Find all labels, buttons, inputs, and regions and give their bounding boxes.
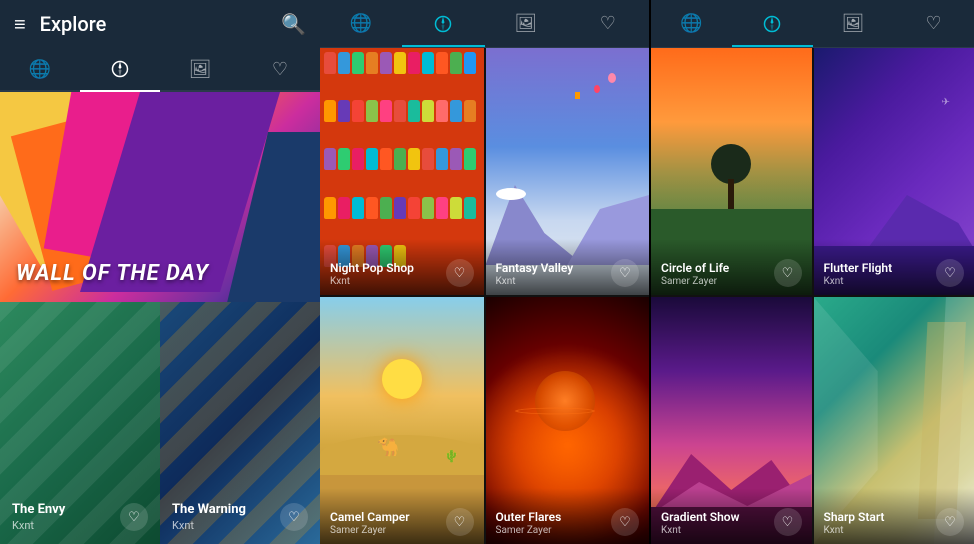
- card-warning[interactable]: The Warning Kxnt ♡: [160, 302, 320, 544]
- right-tab-compass[interactable]: [732, 0, 813, 47]
- gradient-show-info: Gradient Show Kxnt ♡: [651, 488, 812, 544]
- sharp-start-title: Sharp Start: [824, 510, 885, 524]
- right-grid: Circle of Life Samer Zayer ♡ ✈ Flutter F…: [651, 48, 974, 544]
- card-outer-flares[interactable]: Outer Flares Samer Zayer ♡: [486, 297, 650, 544]
- outer-flares-author: Samer Zayer: [496, 525, 562, 536]
- camel-text: Camel Camper Samer Zayer: [330, 510, 410, 536]
- balloon-2: [594, 85, 600, 93]
- mid-tab-compass[interactable]: [402, 0, 484, 47]
- gradient-show-heart[interactable]: ♡: [774, 508, 802, 536]
- camel-title: Camel Camper: [330, 510, 410, 524]
- balloon-3: [575, 92, 580, 99]
- balloon-1: [608, 73, 616, 83]
- right-panel: 🌐 🖼 ♡ Circle of Life Samer Zayer ♡: [649, 0, 974, 544]
- card-sharp-start[interactable]: Sharp Start Kxnt ♡: [814, 297, 974, 544]
- app-title: Explore: [40, 12, 281, 36]
- hamburger-icon[interactable]: ≡: [14, 12, 26, 37]
- sharp-start-info: Sharp Start Kxnt ♡: [814, 488, 974, 544]
- bottom-cards: The Envy Kxnt ♡ The Warning Kxnt ♡: [0, 302, 320, 544]
- tab-heart-left[interactable]: ♡: [240, 48, 320, 90]
- warning-author: Kxnt: [172, 519, 246, 532]
- fantasy-heart[interactable]: ♡: [611, 259, 639, 287]
- tree-canopy: [711, 144, 751, 184]
- envy-text: The Envy Kxnt: [12, 502, 65, 532]
- search-icon[interactable]: 🔍: [281, 12, 306, 36]
- outer-flares-title: Outer Flares: [496, 510, 562, 524]
- middle-panel: 🌐 🖼 ♡: [320, 0, 649, 544]
- flutter-plane: ✈: [942, 97, 950, 108]
- night-pop-author: Kxnt: [330, 276, 414, 287]
- life-tree: [711, 144, 751, 209]
- fantasy-text: Fantasy Valley Kxnt: [496, 261, 574, 287]
- camel-heart[interactable]: ♡: [446, 508, 474, 536]
- gradient-show-title: Gradient Show: [661, 510, 739, 524]
- camel-sun: [382, 359, 422, 399]
- envy-author: Kxnt: [12, 519, 65, 532]
- outer-flares-text: Outer Flares Samer Zayer: [496, 510, 562, 536]
- tab-image-left[interactable]: 🖼: [160, 48, 240, 90]
- night-pop-title: Night Pop Shop: [330, 261, 414, 275]
- warning-info: The Warning Kxnt ♡: [172, 502, 308, 532]
- left-panel: ≡ Explore 🔍 🌐 🖼 ♡ WALL OF THE DAY The En…: [0, 0, 320, 544]
- fantasy-author: Kxnt: [496, 276, 574, 287]
- sharp-start-author: Kxnt: [824, 525, 885, 536]
- card-envy[interactable]: The Envy Kxnt ♡: [0, 302, 160, 544]
- night-pop-heart[interactable]: ♡: [446, 259, 474, 287]
- middle-grid: Night Pop Shop Kxnt ♡ Fantasy Valley Kxn…: [320, 48, 649, 544]
- sharp-start-text: Sharp Start Kxnt: [824, 510, 885, 536]
- mid-tab-image[interactable]: 🖼: [485, 0, 567, 47]
- right-nav: 🌐 🖼 ♡: [651, 0, 974, 48]
- card-camel-camper[interactable]: 🐪 🌵 Camel Camper Samer Zayer ♡: [320, 297, 484, 544]
- tab-globe-left[interactable]: 🌐: [0, 48, 80, 90]
- flutter-title: Flutter Flight: [824, 261, 893, 275]
- gradient-show-text: Gradient Show Kxnt: [661, 510, 739, 536]
- warning-title: The Warning: [172, 502, 246, 517]
- night-pop-text: Night Pop Shop Kxnt: [330, 261, 414, 287]
- card-fantasy-valley[interactable]: Fantasy Valley Kxnt ♡: [486, 48, 650, 295]
- mid-tab-globe[interactable]: 🌐: [320, 0, 402, 47]
- card-flutter-flight[interactable]: ✈ Flutter Flight Kxnt ♡: [814, 48, 974, 295]
- middle-nav: 🌐 🖼 ♡: [320, 0, 649, 48]
- fantasy-info: Fantasy Valley Kxnt ♡: [486, 239, 650, 295]
- outer-flares-heart[interactable]: ♡: [611, 508, 639, 536]
- flutter-info: Flutter Flight Kxnt ♡: [814, 239, 974, 295]
- sharp-start-heart[interactable]: ♡: [936, 508, 964, 536]
- card-circle-life[interactable]: Circle of Life Samer Zayer ♡: [651, 48, 812, 295]
- wall-of-day[interactable]: WALL OF THE DAY: [0, 92, 320, 302]
- envy-heart-btn[interactable]: ♡: [120, 503, 148, 531]
- tab-compass-left[interactable]: [80, 48, 160, 90]
- cactus: 🌵: [444, 449, 459, 463]
- right-tab-image[interactable]: 🖼: [813, 0, 894, 47]
- circle-life-title: Circle of Life: [661, 261, 729, 275]
- card-gradient-show[interactable]: Gradient Show Kxnt ♡: [651, 297, 812, 544]
- wall-of-day-label: WALL OF THE DAY: [16, 261, 209, 286]
- envy-title: The Envy: [12, 502, 65, 517]
- card-night-pop[interactable]: Night Pop Shop Kxnt ♡: [320, 48, 484, 295]
- mid-tab-heart[interactable]: ♡: [567, 0, 649, 47]
- flutter-text: Flutter Flight Kxnt: [824, 261, 893, 287]
- camel-silhouette: 🐪: [377, 437, 399, 458]
- tree-trunk: [728, 179, 734, 209]
- circle-life-author: Samer Zayer: [661, 276, 729, 287]
- night-pop-info: Night Pop Shop Kxnt ♡: [320, 239, 484, 295]
- circle-life-text: Circle of Life Samer Zayer: [661, 261, 729, 287]
- top-bar: ≡ Explore 🔍: [0, 0, 320, 48]
- camel-info: Camel Camper Samer Zayer ♡: [320, 488, 484, 544]
- circle-life-info: Circle of Life Samer Zayer ♡: [651, 239, 812, 295]
- camel-author: Samer Zayer: [330, 525, 410, 536]
- flutter-author: Kxnt: [824, 276, 893, 287]
- outer-flares-info: Outer Flares Samer Zayer ♡: [486, 488, 650, 544]
- fantasy-title: Fantasy Valley: [496, 261, 574, 275]
- right-tab-globe[interactable]: 🌐: [651, 0, 732, 47]
- right-tab-heart[interactable]: ♡: [893, 0, 974, 47]
- left-nav-tabs: 🌐 🖼 ♡: [0, 48, 320, 92]
- fantasy-snow: [496, 188, 526, 200]
- warning-text: The Warning Kxnt: [172, 502, 246, 532]
- gradient-show-author: Kxnt: [661, 525, 739, 536]
- envy-info: The Envy Kxnt ♡: [12, 502, 148, 532]
- warning-heart-btn[interactable]: ♡: [280, 503, 308, 531]
- flutter-heart[interactable]: ♡: [936, 259, 964, 287]
- circle-life-heart[interactable]: ♡: [774, 259, 802, 287]
